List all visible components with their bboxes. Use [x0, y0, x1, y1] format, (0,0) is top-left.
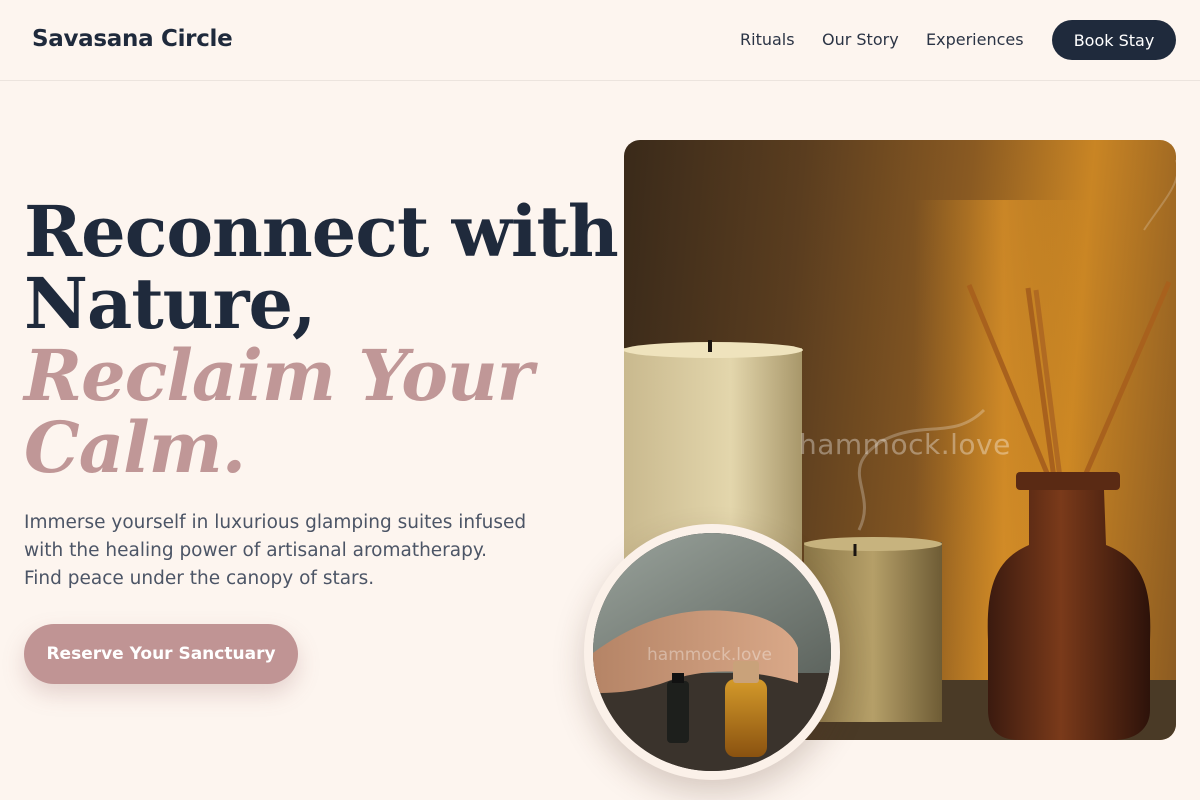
nav-link-experiences[interactable]: Experiences — [926, 30, 1024, 49]
hero-title-accent-line-2: Calm. — [24, 406, 246, 489]
photo-watermark: hammock.love — [799, 428, 1011, 461]
nav-link-our-story[interactable]: Our Story — [822, 30, 899, 49]
hero-subtitle-line: Immerse yourself in luxurious glamping s… — [24, 512, 527, 533]
nav-link-rituals[interactable]: Rituals — [740, 30, 795, 49]
top-navigation: Savasana Circle Rituals Our Story Experi… — [0, 0, 1200, 81]
inset-photo-oils: hammock.love — [593, 533, 831, 771]
hero-subtitle: Immerse yourself in luxurious glamping s… — [24, 509, 564, 593]
brand-logo[interactable]: Savasana Circle — [32, 26, 233, 52]
hero-subtitle-line: Find peace under the canopy of stars. — [24, 568, 375, 589]
hero-subtitle-line: with the healing power of artisanal arom… — [24, 540, 488, 561]
hero-title: Reconnect with Nature, Reclaim Your Calm… — [24, 190, 619, 489]
book-stay-button[interactable]: Book Stay — [1052, 20, 1176, 60]
hero-title-accent-line-1: Reclaim Your — [24, 334, 534, 417]
photo-watermark: hammock.love — [647, 645, 772, 665]
hero-title-line-1: Reconnect with — [24, 190, 619, 273]
reserve-sanctuary-button[interactable]: Reserve Your Sanctuary — [24, 624, 298, 684]
hero-title-line-2: Nature, — [24, 262, 316, 345]
inset-photo-oils-circle: hammock.love — [584, 524, 840, 780]
